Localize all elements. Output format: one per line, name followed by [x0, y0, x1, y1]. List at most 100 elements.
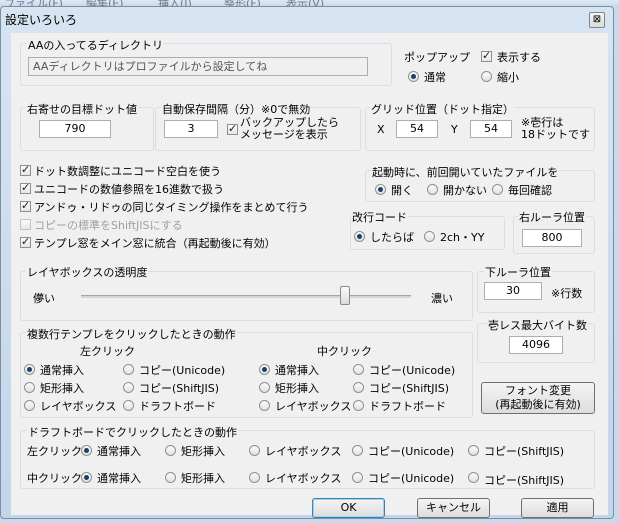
layer-transparency-left-label: 儚い: [33, 292, 55, 305]
mt-left-layer-radio[interactable]: [24, 400, 35, 411]
multi-template-label: 複数行テンプレをクリックしたときの動作: [26, 326, 237, 342]
db-left-copy-unicode-label: コピー(Unicode): [368, 445, 455, 458]
db-left-copy-shiftjis-label: コピー(ShiftJIS): [484, 445, 565, 458]
layer-transparency-right-label: 濃い: [431, 292, 453, 305]
db-middle-copy-unicode-label: コピー(Unicode): [368, 472, 455, 485]
mt-middle-rect-label: 矩形挿入: [275, 382, 319, 395]
popup-label: ポップアップ: [404, 51, 470, 64]
startup-ask-label: 毎回確認: [508, 184, 552, 197]
option-unicode-space-label: ドット数調整にユニコード空白を使う: [34, 165, 221, 178]
option-undo-merge-checkbox[interactable]: [20, 199, 31, 212]
mt-left-copy-unicode-radio[interactable]: [123, 364, 134, 375]
mt-left-copy-shiftjis-label: コピー(ShiftJIS): [139, 382, 220, 395]
db-middle-copy-shiftjis-radio[interactable]: [468, 472, 479, 483]
grid-note: ※壱行は 18ドットです: [521, 117, 590, 141]
startup-label: 起動時に、前回開いていたファイルを: [371, 164, 560, 180]
startup-dont-open-label: 開かない: [443, 184, 487, 197]
option-hex-ref-label: ユニコードの数値参照を16進数で扱う: [34, 183, 224, 196]
db-left-normal-label: 通常挿入: [97, 445, 141, 458]
db-left-copy-shiftjis-radio[interactable]: [468, 445, 479, 456]
linebreak-2ch-radio[interactable]: [424, 231, 435, 242]
multi-template-middle-click-label: 中クリック: [317, 345, 372, 358]
mt-left-normal-radio[interactable]: [24, 364, 35, 375]
max-bytes-label: 壱レス最大バイト数: [487, 317, 588, 333]
option-copy-shiftjis-label: コピーの標準をShiftJISにする: [34, 219, 183, 232]
grid-note-line2: 18ドットです: [521, 128, 590, 141]
mt-left-draft-radio[interactable]: [123, 400, 134, 411]
popup-normal-radio[interactable]: [408, 71, 419, 82]
option-template-merge-label: テンプレ窓をメイン窓に統合（再起動後に有効）: [34, 237, 276, 250]
mt-left-copy-shiftjis-radio[interactable]: [123, 382, 134, 393]
mt-left-draft-label: ドラフトボード: [139, 400, 216, 413]
right-align-input[interactable]: 790: [39, 120, 111, 138]
mt-middle-layer-label: レイヤボックス: [275, 400, 352, 413]
mt-middle-layer-radio[interactable]: [259, 400, 270, 411]
close-icon[interactable]: ⊠: [589, 12, 605, 28]
draft-board-label: ドラフトボードでクリックしたときの動作: [27, 424, 238, 440]
font-change-button[interactable]: フォント変更 (再起動後に有効): [481, 382, 595, 414]
db-left-copy-unicode-radio[interactable]: [352, 445, 363, 456]
popup-shrink-label: 縮小: [497, 71, 519, 84]
grid-label: グリッド位置（ドット指定）: [370, 101, 515, 117]
layer-transparency-label: レイヤボックスの透明度: [26, 264, 149, 280]
mt-left-layer-label: レイヤボックス: [40, 400, 117, 413]
apply-button[interactable]: 適用: [521, 498, 594, 518]
layer-transparency-slider-thumb[interactable]: [340, 286, 350, 305]
mt-middle-normal-label: 通常挿入: [275, 364, 319, 377]
popup-show-checkbox[interactable]: [481, 49, 492, 62]
max-bytes-input[interactable]: 4096: [509, 336, 563, 354]
ok-button[interactable]: OK: [312, 498, 385, 518]
aa-dir-field[interactable]: AAディレクトリはプロファイルから設定してね: [28, 57, 368, 76]
autosave-label: 自動保存間隔（分）※0で無効: [161, 101, 312, 117]
option-unicode-space-checkbox[interactable]: [20, 163, 31, 176]
db-middle-click-label: 中クリック: [27, 472, 82, 485]
mt-left-normal-label: 通常挿入: [40, 364, 84, 377]
cancel-button[interactable]: キャンセル: [417, 498, 490, 518]
db-middle-copy-unicode-radio[interactable]: [352, 472, 363, 483]
db-left-normal-radio[interactable]: [81, 445, 92, 456]
multi-template-left-click-label: 左クリック: [80, 345, 135, 358]
popup-show-label: 表示する: [497, 51, 541, 64]
db-middle-normal-radio[interactable]: [81, 472, 92, 483]
mt-middle-copy-unicode-radio[interactable]: [353, 364, 364, 375]
grid-y-input[interactable]: 54: [470, 120, 512, 138]
grid-x-input[interactable]: 54: [396, 120, 438, 138]
db-left-layer-radio[interactable]: [249, 445, 260, 456]
db-left-rect-radio[interactable]: [165, 445, 176, 456]
mt-middle-rect-radio[interactable]: [259, 382, 270, 393]
db-middle-copy-shiftjis-label: コピー(ShiftJIS): [484, 474, 565, 487]
mt-middle-draft-radio[interactable]: [353, 400, 364, 411]
db-middle-rect-radio[interactable]: [165, 472, 176, 483]
mt-left-rect-radio[interactable]: [24, 382, 35, 393]
dialog-title: 設定いろいろ: [5, 13, 78, 27]
option-hex-ref-checkbox[interactable]: [20, 181, 31, 194]
startup-dont-open-radio[interactable]: [427, 184, 438, 195]
bottom-ruler-input[interactable]: 30: [484, 282, 542, 300]
aa-dir-label: AAの入ってるディレクトリ: [27, 37, 165, 53]
settings-dialog: 設定いろいろ ⊠ AAの入ってるディレクトリ AAディレクトリはプロファイルから…: [0, 6, 614, 519]
linebreak-2ch-label: 2ch・YY: [440, 231, 485, 244]
db-middle-rect-label: 矩形挿入: [181, 472, 225, 485]
popup-normal-label: 通常: [424, 71, 446, 84]
startup-open-radio[interactable]: [375, 184, 386, 195]
backup-message-label-line2: メッセージを表示: [240, 128, 328, 141]
backup-message-label: バックアップしたら メッセージを表示: [240, 117, 339, 141]
mt-middle-copy-shiftjis-radio[interactable]: [353, 382, 364, 393]
autosave-interval-input[interactable]: 3: [164, 120, 218, 138]
font-change-button-line2: (再起動後に有効): [495, 398, 581, 411]
option-template-merge-checkbox[interactable]: [20, 235, 31, 248]
mt-left-copy-unicode-label: コピー(Unicode): [139, 364, 226, 377]
layer-transparency-slider-track[interactable]: [81, 295, 411, 298]
linebreak-label: 改行コード: [351, 209, 408, 225]
bottom-ruler-label: 下ルーラ位置: [484, 264, 552, 280]
linebreak-shitaraba-radio[interactable]: [354, 231, 365, 242]
db-left-rect-label: 矩形挿入: [181, 445, 225, 458]
backup-message-checkbox[interactable]: [227, 122, 238, 135]
startup-ask-radio[interactable]: [492, 184, 503, 195]
popup-shrink-radio[interactable]: [481, 71, 492, 82]
right-ruler-input[interactable]: 800: [522, 229, 582, 247]
grid-x-label: X: [377, 123, 385, 136]
mt-middle-copy-unicode-label: コピー(Unicode): [369, 364, 456, 377]
mt-middle-normal-radio[interactable]: [259, 364, 270, 375]
db-middle-layer-radio[interactable]: [249, 472, 260, 483]
